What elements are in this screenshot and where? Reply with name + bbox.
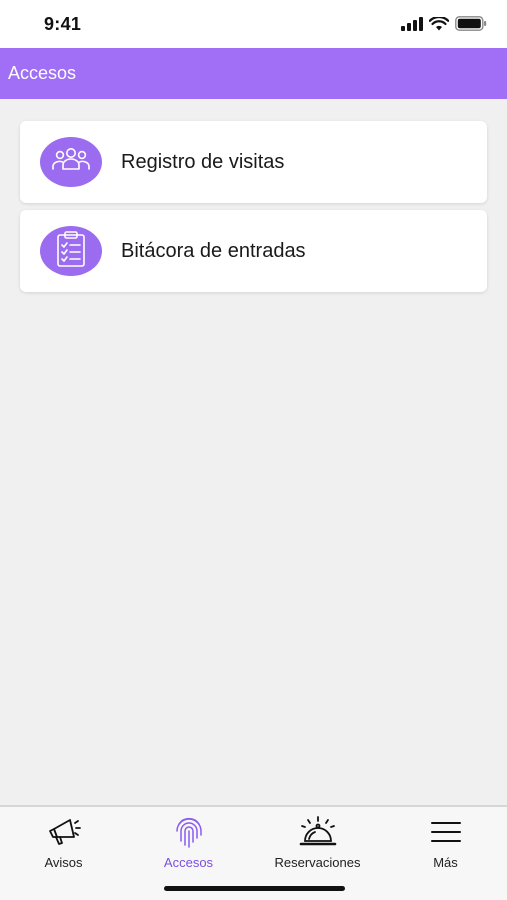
menu-icon-circle <box>40 137 102 187</box>
menu-item-registro-de-visitas[interactable]: Registro de visitas <box>20 121 487 203</box>
tab-accesos[interactable]: Accesos <box>125 815 252 875</box>
cellular-signal-icon <box>401 16 423 36</box>
menu-item-label: Bitácora de entradas <box>121 240 306 262</box>
tab-label: Accesos <box>163 855 214 870</box>
menu-list: Registro de visitas Bitácora de entradas <box>20 121 487 299</box>
status-time: 9:41 <box>44 14 82 34</box>
fingerprint-icon <box>125 815 252 849</box>
tab-avisos[interactable]: Avisos <box>0 815 127 875</box>
status-bar: 9:41 <box>0 0 507 48</box>
app-header: Accesos <box>0 48 507 99</box>
hamburger-menu-icon <box>382 815 507 849</box>
menu-icon-circle <box>40 226 102 276</box>
service-bell-icon <box>254 815 381 849</box>
battery-icon <box>455 16 487 36</box>
home-indicator[interactable] <box>164 886 345 891</box>
status-icons <box>401 15 487 36</box>
menu-item-bitacora-de-entradas[interactable]: Bitácora de entradas <box>20 210 487 292</box>
tab-label: Más <box>433 855 458 870</box>
people-group-icon <box>49 145 93 180</box>
tab-mas[interactable]: Más <box>382 815 507 875</box>
tab-label: Avisos <box>44 855 83 870</box>
tab-label: Reservaciones <box>274 855 361 870</box>
clipboard-checklist-icon <box>55 230 87 273</box>
page-title: Accesos <box>8 63 77 83</box>
wifi-icon <box>428 15 450 36</box>
megaphone-icon <box>0 815 127 849</box>
tab-reservaciones[interactable]: Reservaciones <box>254 815 381 875</box>
menu-item-label: Registro de visitas <box>121 151 285 173</box>
app-screen: 9:41 Accesos Registro de visitas Bitácor… <box>0 0 507 900</box>
